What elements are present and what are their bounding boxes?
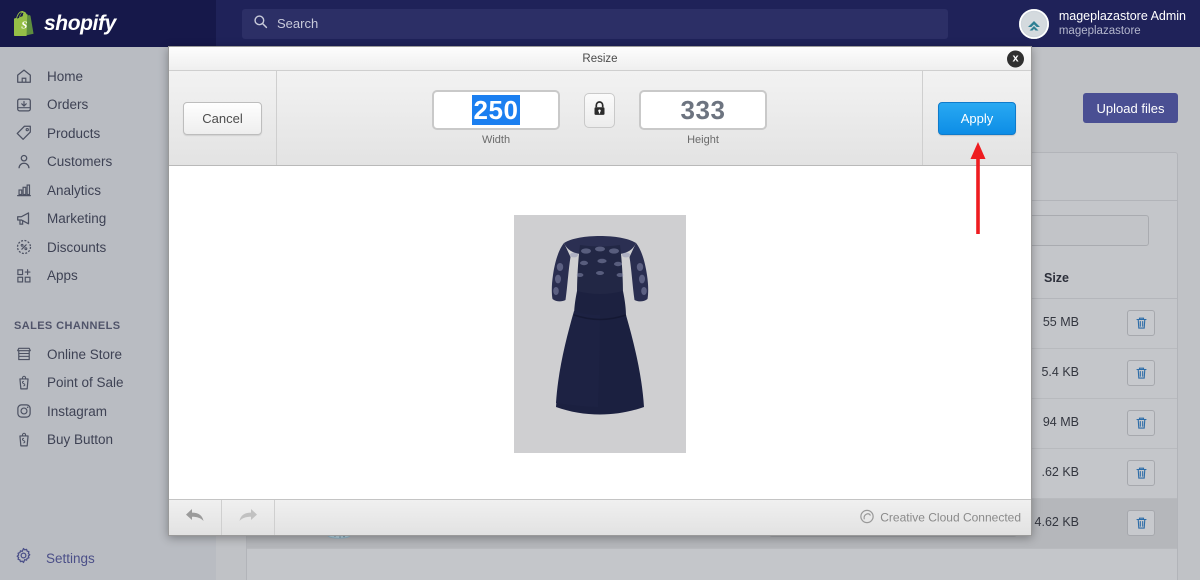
file-size: 94 MB (1043, 415, 1079, 429)
close-icon[interactable]: x (1007, 50, 1024, 67)
screen: Upload files Size 55 MB 5.4 KB (0, 0, 1200, 580)
shopify-bag-icon: S (14, 11, 37, 36)
gear-icon (14, 546, 33, 570)
dialog-footer: Creative Cloud Connected (169, 499, 1031, 535)
width-input[interactable]: 250 (432, 90, 560, 130)
account-store: mageplazastore (1059, 24, 1186, 38)
sidebar-item-label: Instagram (47, 404, 107, 419)
sidebar-item-label: Point of Sale (47, 375, 124, 390)
shopify-wordmark: shopify (44, 12, 116, 36)
navy-dress-preview (514, 215, 686, 453)
sidebar-item-label: Online Store (47, 347, 122, 362)
redo-arrow-icon (237, 506, 259, 529)
svg-text:S: S (21, 20, 27, 32)
trash-icon (1135, 466, 1148, 480)
delete-file-button[interactable] (1127, 360, 1155, 386)
home-icon (14, 66, 34, 86)
image-preview (514, 215, 686, 453)
creative-cloud-label: Creative Cloud Connected (880, 511, 1021, 525)
height-input[interactable]: 333 (639, 90, 767, 130)
apps-grid-plus-icon (14, 266, 34, 286)
red-up-arrow (965, 140, 991, 235)
sidebar-item-settings[interactable]: Settings (0, 546, 216, 570)
column-header-size: Size (1044, 271, 1069, 285)
trash-icon (1135, 316, 1148, 330)
sidebar-item-label: Analytics (47, 183, 101, 198)
toolbar-left: Cancel (169, 71, 277, 165)
width-value: 250 (472, 95, 521, 125)
sidebar-item-label: Discounts (47, 240, 106, 255)
avatar (1019, 9, 1049, 39)
storefront-icon (14, 344, 34, 364)
account-menu[interactable]: mageplazastore Admin mageplazastore (1019, 0, 1200, 47)
shopify-logo[interactable]: S shopify (0, 0, 216, 47)
image-canvas (169, 167, 1031, 500)
height-field-group: 333 Height (639, 90, 767, 146)
resize-dialog: Resize x Cancel 250 Width (168, 46, 1032, 536)
delete-file-button[interactable] (1127, 410, 1155, 436)
dialog-title: Resize (582, 53, 617, 65)
width-label: Width (482, 134, 510, 146)
discounts-percent-icon (14, 237, 34, 257)
search-placeholder: Search (277, 16, 318, 31)
undo-arrow-icon (184, 506, 206, 529)
instagram-icon (14, 401, 34, 421)
sidebar-item-label: Home (47, 69, 83, 84)
delete-file-button[interactable] (1127, 510, 1155, 536)
marketing-megaphone-icon (14, 209, 34, 229)
apply-button[interactable]: Apply (938, 102, 1016, 135)
analytics-bar-chart-icon (14, 180, 34, 200)
creative-cloud-icon (860, 509, 874, 526)
trash-icon (1135, 416, 1148, 430)
sidebar-item-label: Products (47, 126, 100, 141)
customers-person-icon (14, 152, 34, 172)
orders-inbox-icon (14, 95, 34, 115)
top-bar: S shopify Search mageplazastore Admin ma… (0, 0, 1200, 47)
upload-files-button[interactable]: Upload files (1083, 93, 1178, 123)
undo-button[interactable] (169, 500, 222, 535)
search-input[interactable]: Search (242, 9, 948, 39)
sidebar-item-label: Customers (47, 154, 112, 169)
aspect-lock-button[interactable] (584, 93, 615, 128)
file-size: 5.4 KB (1041, 365, 1079, 379)
creative-cloud-status: Creative Cloud Connected (860, 509, 1021, 526)
sidebar-item-label: Marketing (47, 211, 106, 226)
sidebar-item-label: Settings (46, 551, 95, 566)
height-value: 333 (679, 95, 728, 125)
buy-button-bag-icon (14, 430, 34, 450)
account-name: mageplazastore Admin (1059, 9, 1186, 24)
pos-bag-icon (14, 373, 34, 393)
trash-icon (1135, 366, 1148, 380)
file-size: 55 MB (1043, 315, 1079, 329)
height-label: Height (687, 134, 719, 146)
sidebar-item-label: Buy Button (47, 432, 113, 447)
file-size: .62 KB (1041, 465, 1079, 479)
delete-file-button[interactable] (1127, 460, 1155, 486)
dialog-title-bar: Resize x (169, 47, 1031, 71)
redo-button[interactable] (222, 500, 275, 535)
file-size: 4.62 KB (1035, 515, 1079, 529)
toolbar-center: 250 Width 333 Height (277, 71, 923, 165)
products-tag-icon (14, 123, 34, 143)
dialog-toolbar: Cancel 250 Width 333 (169, 71, 1031, 166)
account-text: mageplazastore Admin mageplazastore (1059, 9, 1186, 38)
sidebar-item-label: Orders (47, 97, 88, 112)
sidebar-item-label: Apps (47, 268, 78, 283)
cancel-button[interactable]: Cancel (183, 102, 262, 135)
search-icon (253, 14, 268, 34)
trash-icon (1135, 516, 1148, 530)
annotation-arrow (965, 140, 991, 240)
search-container: Search (242, 9, 948, 39)
delete-file-button[interactable] (1127, 310, 1155, 336)
width-field-group: 250 Width (432, 90, 560, 146)
lock-closed-icon (592, 100, 607, 122)
